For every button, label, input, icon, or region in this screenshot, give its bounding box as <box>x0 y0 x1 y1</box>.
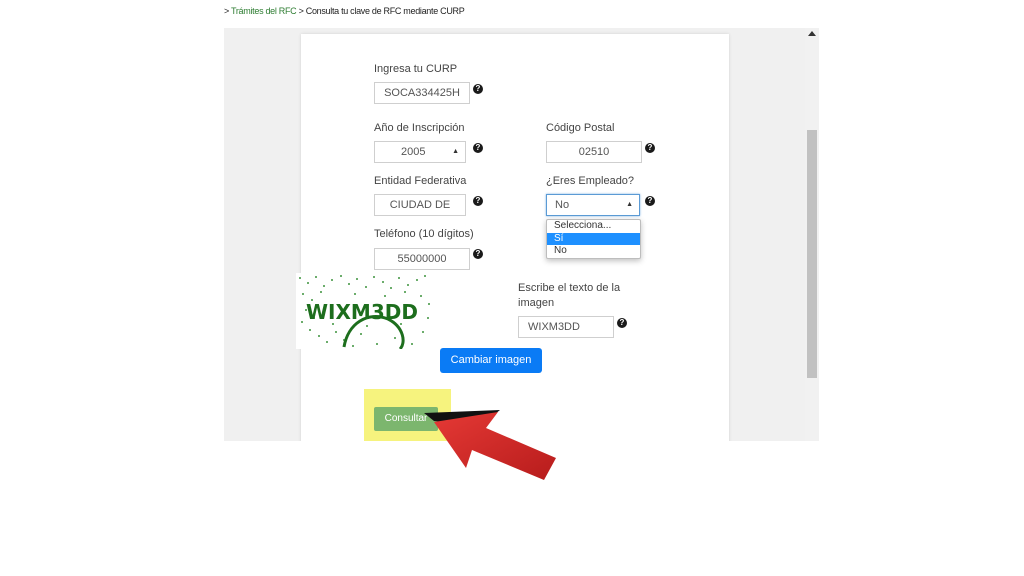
dropdown-option-selecciona[interactable]: Selecciona... <box>547 220 640 233</box>
help-icon-telefono[interactable]: ? <box>473 249 483 259</box>
dropdown-option-no[interactable]: No <box>547 245 640 258</box>
empleado-dropdown-list: Selecciona... Sí No <box>546 219 641 259</box>
scroll-up-icon[interactable] <box>808 31 816 36</box>
cp-label: Código Postal <box>546 122 615 134</box>
dropdown-option-si[interactable]: Sí <box>547 232 640 245</box>
help-icon-curp[interactable]: ? <box>473 84 483 94</box>
telefono-input[interactable]: 55000000 <box>374 248 470 270</box>
captcha-image: WIXM3DD <box>296 273 433 351</box>
pointer-arrow <box>424 410 556 480</box>
empleado-select-value: No <box>555 199 570 211</box>
captcha-label: Escribe el texto de la imagen <box>518 282 621 309</box>
breadcrumb-sep: > <box>296 6 306 16</box>
captcha-image-svg: WIXM3DD <box>299 275 430 351</box>
breadcrumb-current: Consulta tu clave de RFC mediante CURP <box>305 6 465 16</box>
scrollbar-thumb[interactable] <box>807 130 817 378</box>
change-image-button[interactable]: Cambiar imagen <box>440 348 542 373</box>
captcha-input[interactable]: WIXM3DD <box>518 316 614 338</box>
scrollbar[interactable] <box>805 28 819 441</box>
help-icon-cp[interactable]: ? <box>645 143 655 153</box>
anio-select[interactable]: 2005 ▲▼ <box>374 141 466 163</box>
help-icon-anio[interactable]: ? <box>473 143 483 153</box>
help-icon-entidad[interactable]: ? <box>473 196 483 206</box>
breadcrumb-link-tramites[interactable]: Trámites del RFC <box>231 6 297 16</box>
anio-select-value: 2005 <box>401 146 426 158</box>
telefono-label: Teléfono (10 dígitos) <box>374 228 474 240</box>
pointer-arrow-shape <box>434 412 556 480</box>
entidad-label: Entidad Federativa <box>374 175 467 187</box>
breadcrumb-sep: > <box>224 6 231 16</box>
curp-label: Ingresa tu CURP <box>374 63 458 75</box>
chevron-updown-icon: ▲▼ <box>626 201 633 208</box>
empleado-label: ¿Eres Empleado? <box>546 175 635 187</box>
chevron-updown-icon: ▲▼ <box>452 148 459 155</box>
anio-label: Año de Inscripción <box>374 122 465 134</box>
form-card <box>301 34 729 441</box>
captcha-image-text: WIXM3DD <box>306 300 418 324</box>
help-icon-empleado[interactable]: ? <box>645 196 655 206</box>
help-icon-captcha[interactable]: ? <box>617 318 627 328</box>
cp-input[interactable]: 02510 <box>546 141 642 163</box>
entidad-select[interactable]: CIUDAD DE <box>374 194 466 216</box>
curp-input[interactable]: SOCA334425H <box>374 82 470 104</box>
breadcrumb: > Trámites del RFC > Consulta tu clave d… <box>224 6 465 16</box>
form-viewport: Ingresa tu CURP SOCA334425H ? Año de Ins… <box>224 28 819 441</box>
empleado-select[interactable]: No ▲▼ <box>546 194 640 216</box>
